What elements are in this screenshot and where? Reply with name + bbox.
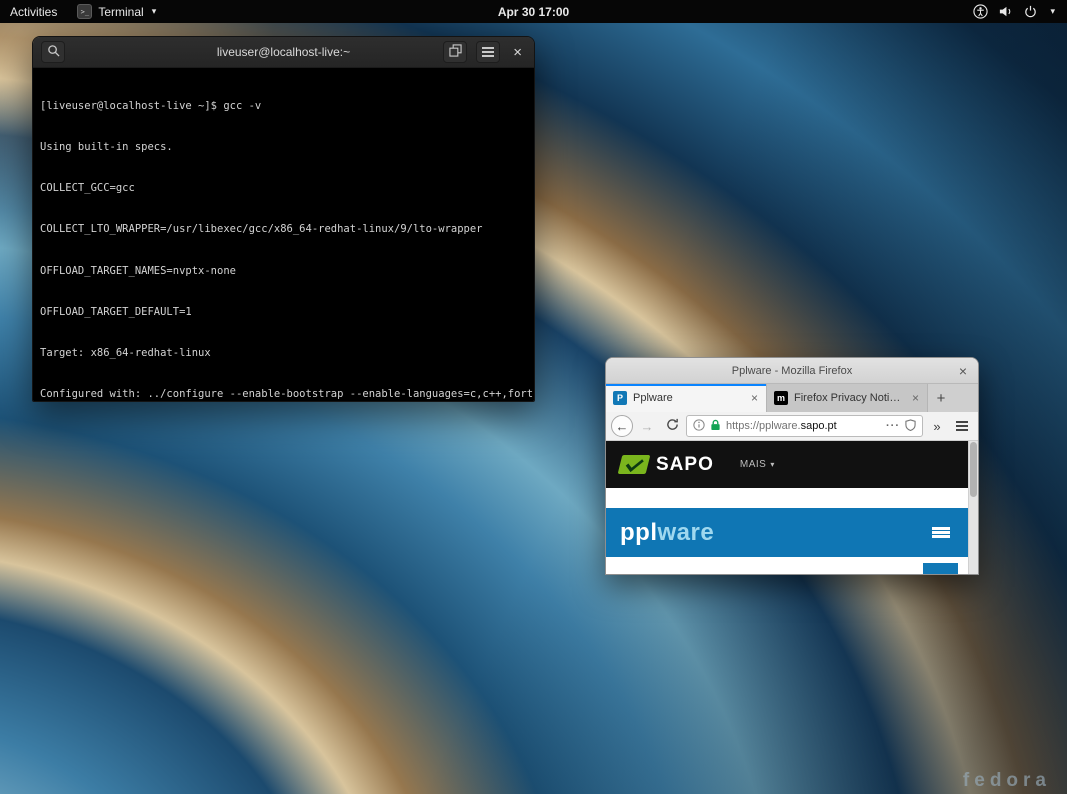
tab-close-icon[interactable]: × — [911, 392, 920, 404]
search-button[interactable] — [41, 41, 65, 63]
search-icon — [47, 44, 60, 60]
sapo-header: SAPO MAIS ▾ — [606, 441, 970, 488]
close-button[interactable]: × — [948, 364, 978, 378]
terminal-titlebar[interactable]: liveuser@localhost-live:~ × — [33, 37, 534, 68]
scrollbar-thumb[interactable] — [970, 442, 977, 497]
fedora-logo-text: fedora — [963, 770, 1051, 792]
chevron-down-icon: ▾ — [1050, 6, 1055, 17]
site-info-icon[interactable] — [693, 419, 705, 434]
menu-button[interactable] — [476, 41, 500, 63]
sapo-logo[interactable]: SAPO — [620, 454, 714, 476]
sapo-logo-text: SAPO — [656, 454, 714, 476]
pplware-header: pplware — [606, 508, 970, 557]
pplware-logo[interactable]: pplware — [620, 519, 714, 547]
url-scheme: https://pplware. — [726, 420, 801, 432]
new-terminal-button[interactable] — [443, 41, 467, 63]
scrollbar[interactable] — [968, 441, 978, 575]
page-body — [606, 557, 970, 575]
new-window-icon — [449, 44, 462, 60]
tab-bar: P Pplware × m Firefox Privacy Notice — ×… — [606, 384, 978, 412]
app-menu-label: Terminal — [98, 5, 143, 19]
pplware-logo-ware: ware — [658, 519, 715, 546]
tab-close-icon[interactable]: × — [750, 392, 759, 404]
app-menu-button[interactable]: >_ Terminal ▾ — [67, 0, 166, 23]
activities-button[interactable]: Activities — [0, 0, 67, 23]
lock-icon — [710, 419, 721, 434]
terminal-line: Using built-in specs. — [40, 141, 527, 155]
terminal-header-buttons: × — [443, 41, 526, 63]
window-title: Pplware - Mozilla Firefox — [606, 365, 978, 377]
gnome-top-bar: Activities >_ Terminal ▾ Apr 30 17:00 ▾ — [0, 0, 1067, 23]
blue-button[interactable] — [923, 563, 958, 575]
pplware-logo-ppl: ppl — [620, 519, 658, 546]
page-content: SAPO MAIS ▾ pplware — [606, 441, 978, 575]
site-menu-button[interactable] — [926, 518, 956, 548]
menu-button[interactable] — [951, 415, 973, 437]
terminal-window: liveuser@localhost-live:~ × [liveuser@lo… — [32, 36, 535, 402]
tab-privacy-notice[interactable]: m Firefox Privacy Notice — × — [767, 384, 928, 412]
volume-icon — [998, 4, 1013, 19]
terminal-line: OFFLOAD_TARGET_NAMES=nvptx-none — [40, 265, 527, 279]
terminal-line: COLLECT_GCC=gcc — [40, 182, 527, 196]
url-domain: sapo.pt — [801, 420, 837, 432]
system-status-area[interactable]: ▾ — [973, 0, 1067, 23]
back-button[interactable]: ← — [611, 415, 633, 437]
tab-label: Pplware — [633, 392, 744, 404]
hamburger-menu-icon — [482, 51, 494, 53]
mozilla-favicon: m — [774, 391, 788, 405]
accessibility-icon — [973, 4, 988, 19]
pplware-favicon: P — [613, 391, 627, 405]
mais-menu[interactable]: MAIS ▾ — [740, 459, 775, 470]
reload-icon — [666, 418, 679, 434]
terminal-app-icon: >_ — [77, 4, 92, 19]
system-icons: ▾ — [973, 4, 1055, 19]
terminal-output[interactable]: [liveuser@localhost-live ~]$ gcc -v Usin… — [33, 68, 534, 402]
clock-button[interactable]: Apr 30 17:00 — [488, 0, 579, 23]
terminal-line: Target: x86_64-redhat-linux — [40, 347, 527, 361]
desktop: fedora Activities >_ Terminal ▾ Apr 30 1… — [0, 0, 1067, 794]
hamburger-menu-icon — [932, 531, 950, 534]
overflow-chevrons-button[interactable]: » — [926, 415, 948, 437]
tab-pplware[interactable]: P Pplware × — [606, 384, 767, 412]
terminal-line: OFFLOAD_TARGET_DEFAULT=1 — [40, 306, 527, 320]
sapo-flag-icon — [618, 455, 651, 474]
hamburger-menu-icon — [956, 425, 968, 427]
url-bar[interactable]: https://pplware.sapo.pt ··· — [686, 415, 923, 437]
terminal-line: [liveuser@localhost-live ~]$ gcc -v — [40, 100, 527, 114]
tab-label: Firefox Privacy Notice — — [794, 392, 905, 404]
page-actions-icon[interactable]: ··· — [886, 420, 900, 432]
firefox-titlebar[interactable]: Pplware - Mozilla Firefox × — [606, 358, 978, 384]
shield-icon[interactable] — [905, 419, 916, 434]
mais-label: MAIS — [740, 459, 766, 470]
terminal-line: COLLECT_LTO_WRAPPER=/usr/libexec/gcc/x86… — [40, 223, 527, 237]
forward-button[interactable]: → — [636, 415, 658, 437]
close-button[interactable]: × — [509, 45, 526, 60]
firefox-window: Pplware - Mozilla Firefox × P Pplware × … — [605, 357, 979, 575]
reload-button[interactable] — [661, 415, 683, 437]
new-tab-button[interactable]: + — [928, 384, 954, 412]
top-bar-left: Activities >_ Terminal ▾ — [0, 0, 166, 23]
url-text[interactable]: https://pplware.sapo.pt — [726, 420, 881, 432]
chevron-down-icon: ▾ — [770, 460, 775, 469]
terminal-line: Configured with: ../configure --enable-b… — [40, 388, 527, 402]
chevron-down-icon: ▾ — [152, 6, 157, 17]
navigation-toolbar: ← → https://pplware.sapo.pt ··· — [606, 412, 978, 441]
power-icon — [1023, 4, 1038, 19]
page-gap — [606, 488, 970, 508]
